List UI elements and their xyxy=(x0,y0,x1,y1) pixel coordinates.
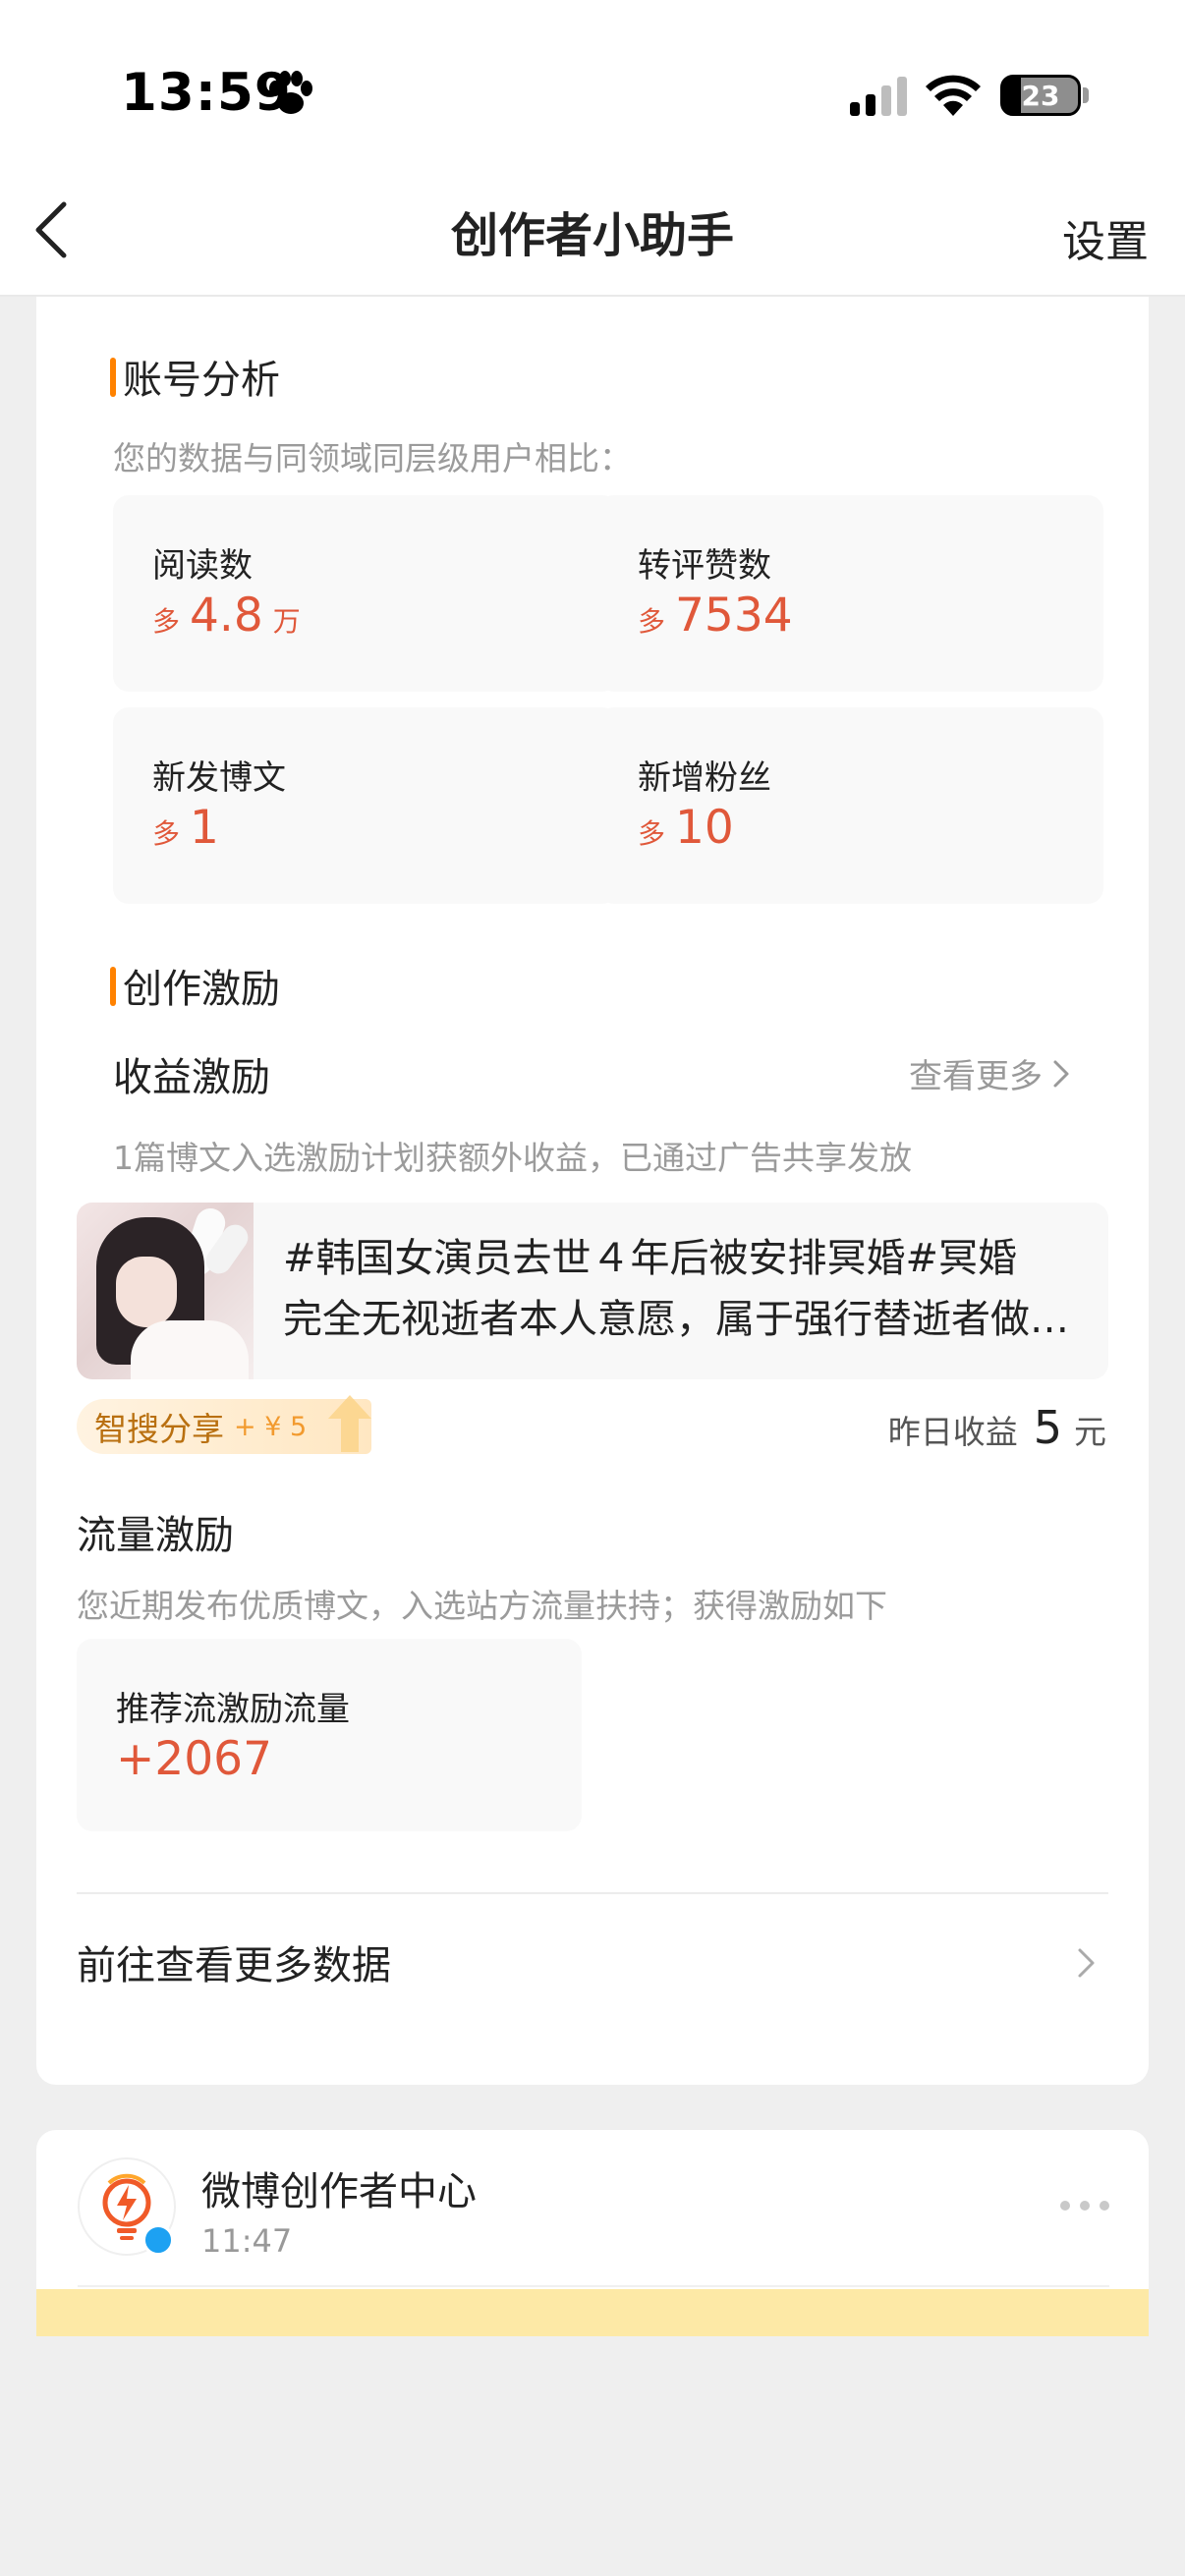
divider xyxy=(77,1892,1108,1894)
post-text-line2: 完全无视逝者本人意愿，属于强行替逝者做决定 xyxy=(283,1297,1089,1342)
battery-icon: 23 xyxy=(1000,75,1081,116)
more-data-link[interactable]: 前往查看更多数据 xyxy=(77,1928,1108,1996)
message-banner[interactable] xyxy=(36,2289,1149,2336)
battery-tip xyxy=(1083,87,1089,103)
post-thumbnail xyxy=(77,1203,254,1379)
stat-value: 多 4.8 万 xyxy=(152,588,301,643)
incentive-post-card[interactable]: #韩国女演员去世４年后被安排冥婚#冥婚 完全无视逝者本人意愿，属于强行替逝者做决… xyxy=(77,1203,1108,1379)
traffic-incentive-title: 流量激励 xyxy=(77,1513,234,1558)
status-bar: 13:59 23 xyxy=(0,0,1185,157)
wifi-icon xyxy=(926,75,981,116)
post-text-line1: #韩国女演员去世４年后被安排冥婚#冥婚 xyxy=(283,1236,1018,1281)
account-name: 微博创作者中心 xyxy=(201,2169,477,2214)
more-data-label: 前往查看更多数据 xyxy=(77,1943,391,1988)
see-more-label: 查看更多 xyxy=(909,1057,1043,1096)
revenue-desc: 1篇博文入选激励计划获额外收益，已通过广告共享发放 xyxy=(113,1139,912,1177)
yesterday-earnings: 昨日收益 5 元 xyxy=(888,1401,1106,1454)
post-text: #韩国女演员去世４年后被安排冥婚#冥婚 完全无视逝者本人意愿，属于强行替逝者做决… xyxy=(283,1228,1089,1350)
stat-value: 多 7534 xyxy=(638,588,793,643)
traffic-boost-box[interactable]: 推荐流激励流量 +2067 xyxy=(77,1639,582,1831)
chevron-right-icon xyxy=(1053,1060,1069,1087)
message-card[interactable]: 微博创作者中心 11:47 xyxy=(36,2130,1149,2336)
yesterday-unit: 元 xyxy=(1074,1413,1106,1451)
yesterday-value: 5 xyxy=(1033,1401,1062,1454)
more-options-icon[interactable] xyxy=(1060,2201,1109,2211)
verified-badge-icon xyxy=(142,2224,174,2256)
settings-button[interactable]: 设置 xyxy=(1062,206,1149,269)
battery-level: 23 xyxy=(1021,79,1060,112)
nav-bar: 创作者小助手 设置 xyxy=(0,157,1185,297)
tag-amount: + ¥ 5 xyxy=(234,1411,308,1442)
message-time: 11:47 xyxy=(201,2222,293,2260)
page-title: 创作者小助手 xyxy=(450,208,734,263)
up-arrow-icon xyxy=(328,1395,371,1452)
account-analysis-title: 账号分析 xyxy=(110,348,280,405)
yesterday-label: 昨日收益 xyxy=(887,1413,1018,1451)
see-more-link[interactable]: 查看更多 xyxy=(909,1049,1070,1097)
stat-value: 多 10 xyxy=(638,801,734,855)
tag-label: 智搜分享 xyxy=(94,1410,224,1448)
stat-label: 新增粉丝 xyxy=(638,758,771,798)
creation-incentive-title: 创作激励 xyxy=(110,957,280,1014)
stat-label: 阅读数 xyxy=(152,546,253,586)
comparison-subtitle: 您的数据与同领域同层级用户相比： xyxy=(113,439,632,477)
stat-interactions[interactable]: 转评赞数 多 7534 xyxy=(598,495,1103,692)
traffic-desc: 您近期发布优质博文，入选站方流量扶持；获得激励如下 xyxy=(77,1587,887,1625)
divider xyxy=(78,2285,1109,2287)
top-area: 13:59 23 创作者小助手 设置 xyxy=(0,0,1185,297)
stat-label: 转评赞数 xyxy=(638,546,771,586)
traffic-box-label: 推荐流激励流量 xyxy=(116,1690,350,1729)
stat-value: 多1 xyxy=(152,801,219,855)
chevron-right-icon xyxy=(1078,1948,1095,1978)
revenue-incentive-title: 收益激励 xyxy=(113,1055,270,1100)
stat-new-followers[interactable]: 新增粉丝 多 10 xyxy=(598,707,1103,904)
cellular-signal-icon xyxy=(850,77,907,116)
stat-label: 新发博文 xyxy=(152,758,286,798)
stat-new-posts[interactable]: 新发博文 多1 xyxy=(113,707,618,904)
traffic-box-value: +2067 xyxy=(116,1732,272,1786)
paw-icon xyxy=(269,71,312,114)
stat-reads[interactable]: 阅读数 多 4.8 万 xyxy=(113,495,618,692)
